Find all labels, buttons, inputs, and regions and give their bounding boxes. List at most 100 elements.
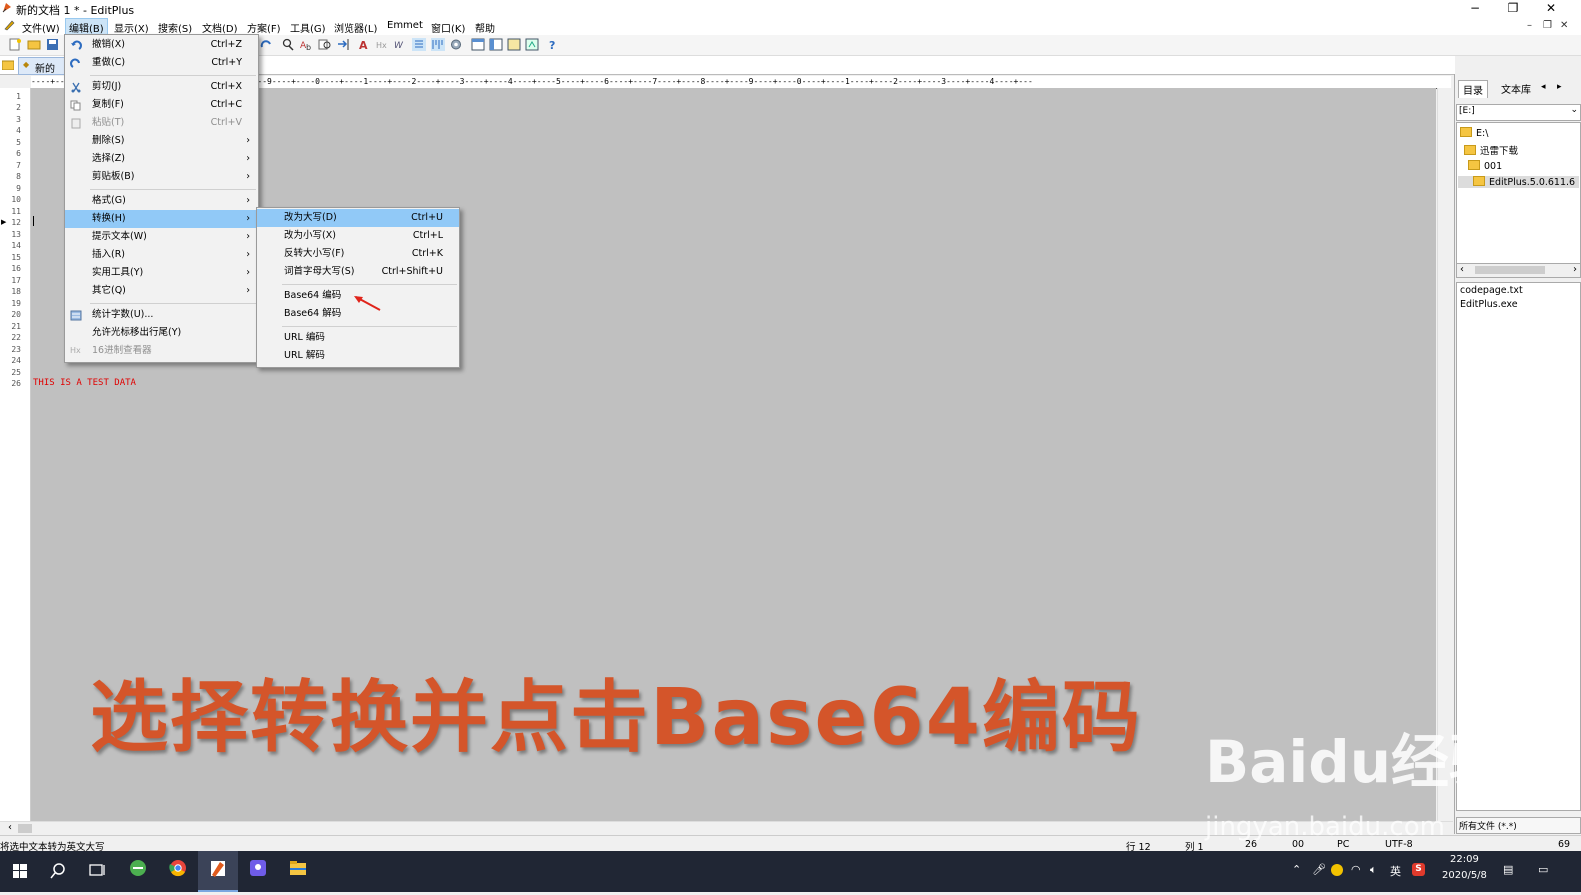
tree-node-selected[interactable]: EditPlus.5.0.611.6 (1458, 176, 1579, 188)
menu-item-paste[interactable]: 粘贴(T) Ctrl+V (65, 114, 258, 132)
windows-start-icon[interactable] (0, 851, 40, 892)
menu-item-undo[interactable]: 撤销(X) Ctrl+Z (65, 36, 258, 54)
search-icon[interactable] (38, 851, 78, 892)
tree-node[interactable]: 迅雷下载 (1464, 143, 1518, 157)
menu-item-invert-case[interactable]: 反转大小写(F) Ctrl+K (257, 245, 459, 263)
file-item[interactable]: EditPlus.exe (1460, 299, 1518, 310)
directory-tree[interactable]: E:\ 迅雷下载 001 EditPlus.5.0.611.6 (1456, 122, 1581, 264)
word-wrap-icon[interactable]: W (394, 38, 408, 51)
panel-next-icon[interactable]: ▸ (1557, 82, 1562, 92)
settings-gear-icon[interactable] (449, 38, 463, 51)
menu-window[interactable]: 窗口(K) (428, 19, 468, 36)
mdi-minimize-button[interactable]: – (1527, 20, 1532, 31)
sogou-ime-icon[interactable]: S (1412, 863, 1425, 876)
task-view-icon[interactable] (77, 851, 117, 892)
menu-item-virtual-space[interactable]: 允许光标移出行尾(Y) (65, 324, 258, 342)
menu-browser[interactable]: 浏览器(L) (331, 19, 380, 36)
file-explorer-icon[interactable] (278, 851, 318, 892)
tab-new-document[interactable]: 新的 ◆ (18, 57, 68, 75)
editplus-taskbar-icon[interactable] (198, 851, 238, 892)
menu-item-format[interactable]: 格式(G) › (65, 192, 258, 210)
find-icon[interactable] (281, 38, 295, 51)
clock-date[interactable]: 2020/5/8 (1442, 870, 1487, 881)
tray-app-icon[interactable] (1331, 864, 1343, 876)
menu-item-other[interactable]: 其它(Q) › (65, 282, 258, 300)
vertical-scrollbar[interactable] (1437, 88, 1454, 821)
tab-folder-icon[interactable] (1, 59, 15, 73)
menu-item-url-decode[interactable]: URL 解码 (257, 347, 459, 365)
app-purple-icon[interactable] (238, 851, 278, 892)
menu-tools[interactable]: 工具(G) (287, 19, 329, 36)
menu-help[interactable]: 帮助 (472, 19, 498, 36)
menu-emmet[interactable]: Emmet (384, 19, 426, 32)
help-icon[interactable]: ? (547, 38, 561, 52)
menu-item-cut[interactable]: 剪切(J) Ctrl+X (65, 78, 258, 96)
tree-horizontal-scrollbar[interactable]: ‹ › (1456, 263, 1581, 278)
menu-item-clipboard[interactable]: 剪贴板(B) › (65, 168, 258, 186)
menu-item-select[interactable]: 选择(Z) › (65, 150, 258, 168)
paste-icon (70, 118, 82, 129)
clock-time[interactable]: 22:09 (1450, 854, 1479, 865)
menu-item-convert[interactable]: 转换(H) › (65, 210, 258, 228)
menu-item-lowercase[interactable]: 改为小写(X) Ctrl+L (257, 227, 459, 245)
new-file-icon[interactable] (8, 38, 22, 51)
maximize-button[interactable]: ❐ (1494, 0, 1532, 17)
replace-icon[interactable]: Ab (300, 38, 314, 52)
close-button[interactable]: ✕ (1532, 0, 1570, 17)
mdi-close-button[interactable]: ✕ (1560, 20, 1568, 31)
volume-icon[interactable]: 🔈︎ (1370, 863, 1377, 877)
scroll-left-icon[interactable]: ‹ (8, 822, 12, 833)
microphone-icon[interactable]: 🎤︎ (1312, 863, 1326, 876)
tab-directory[interactable]: 目录 (1458, 80, 1488, 98)
scroll-thumb[interactable] (1475, 266, 1545, 274)
font-icon[interactable]: A (358, 38, 372, 52)
find-in-files-icon[interactable] (318, 38, 332, 51)
menu-item-url-encode[interactable]: URL 编码 (257, 329, 459, 347)
directory-icon[interactable] (489, 38, 503, 51)
scroll-left-icon[interactable]: ‹ (1460, 264, 1464, 275)
menu-item-hex-viewer[interactable]: Hx 16进制查看器 (65, 342, 258, 360)
view-panel-icon[interactable] (471, 38, 485, 51)
goto-icon[interactable] (336, 38, 350, 51)
redo-toolbar-icon[interactable] (259, 38, 273, 51)
tree-node[interactable]: E:\ (1460, 127, 1488, 139)
browser-icon[interactable] (525, 38, 539, 51)
panel-prev-icon[interactable]: ◂ (1541, 82, 1546, 92)
save-icon[interactable] (46, 38, 60, 51)
tray-expand-icon[interactable]: ⌃ (1292, 863, 1301, 876)
app-green-icon[interactable] (118, 851, 158, 892)
file-filter-select[interactable]: 所有文件 (*.*) (1456, 817, 1581, 834)
output-window-icon[interactable] (507, 38, 521, 51)
tree-node[interactable]: 001 (1468, 160, 1502, 172)
menu-item-hint-text[interactable]: 提示文本(W) › (65, 228, 258, 246)
menu-item-redo[interactable]: 重做(C) Ctrl+Y (65, 54, 258, 72)
chrome-icon[interactable] (158, 851, 198, 892)
hex-view-icon[interactable]: Hx (376, 38, 390, 51)
line-number-icon[interactable] (412, 38, 426, 51)
scroll-right-icon[interactable]: › (1573, 264, 1577, 275)
drive-select[interactable]: [E:] ⌄ (1456, 104, 1581, 121)
menu-item-capitalize[interactable]: 词首字母大写(S) Ctrl+Shift+U (257, 263, 459, 281)
tab-cliptext[interactable]: 文本库 (1497, 80, 1535, 97)
wifi-icon[interactable]: ◠ (1351, 863, 1361, 876)
menu-item-copy[interactable]: 复制(F) Ctrl+C (65, 96, 258, 114)
menu-item-delete[interactable]: 删除(S) › (65, 132, 258, 150)
file-item[interactable]: codepage.txt (1460, 285, 1523, 296)
minimize-button[interactable]: − (1456, 0, 1494, 17)
menu-item-utilities[interactable]: 实用工具(Y) › (65, 264, 258, 282)
line-number: 16 (11, 264, 21, 273)
scroll-thumb[interactable] (18, 824, 32, 833)
mdi-restore-button[interactable]: ❐ (1543, 20, 1552, 31)
ime-indicator[interactable]: 英 (1390, 863, 1401, 879)
ruler-icon[interactable] (431, 38, 445, 51)
menu-file[interactable]: 文件(W) (19, 19, 63, 36)
menu-item-uppercase[interactable]: 改为大写(D) Ctrl+U (257, 209, 459, 227)
menu-item-word-count[interactable]: 统计字数(U)... (65, 306, 258, 324)
menu-item-insert[interactable]: 插入(R) › (65, 246, 258, 264)
menu-bar: 文件(W) 编辑(B) 显示(X) 搜索(S) 文档(D) 方案(F) 工具(G… (0, 17, 1581, 37)
action-center-icon[interactable]: ▭ (1538, 863, 1548, 876)
notes-icon[interactable]: ▤ (1503, 863, 1513, 876)
menu-item-label: 撤销(X) (92, 39, 125, 50)
open-file-icon[interactable] (27, 38, 41, 51)
editor-text-line[interactable]: THIS IS A TEST DATA (33, 378, 136, 388)
